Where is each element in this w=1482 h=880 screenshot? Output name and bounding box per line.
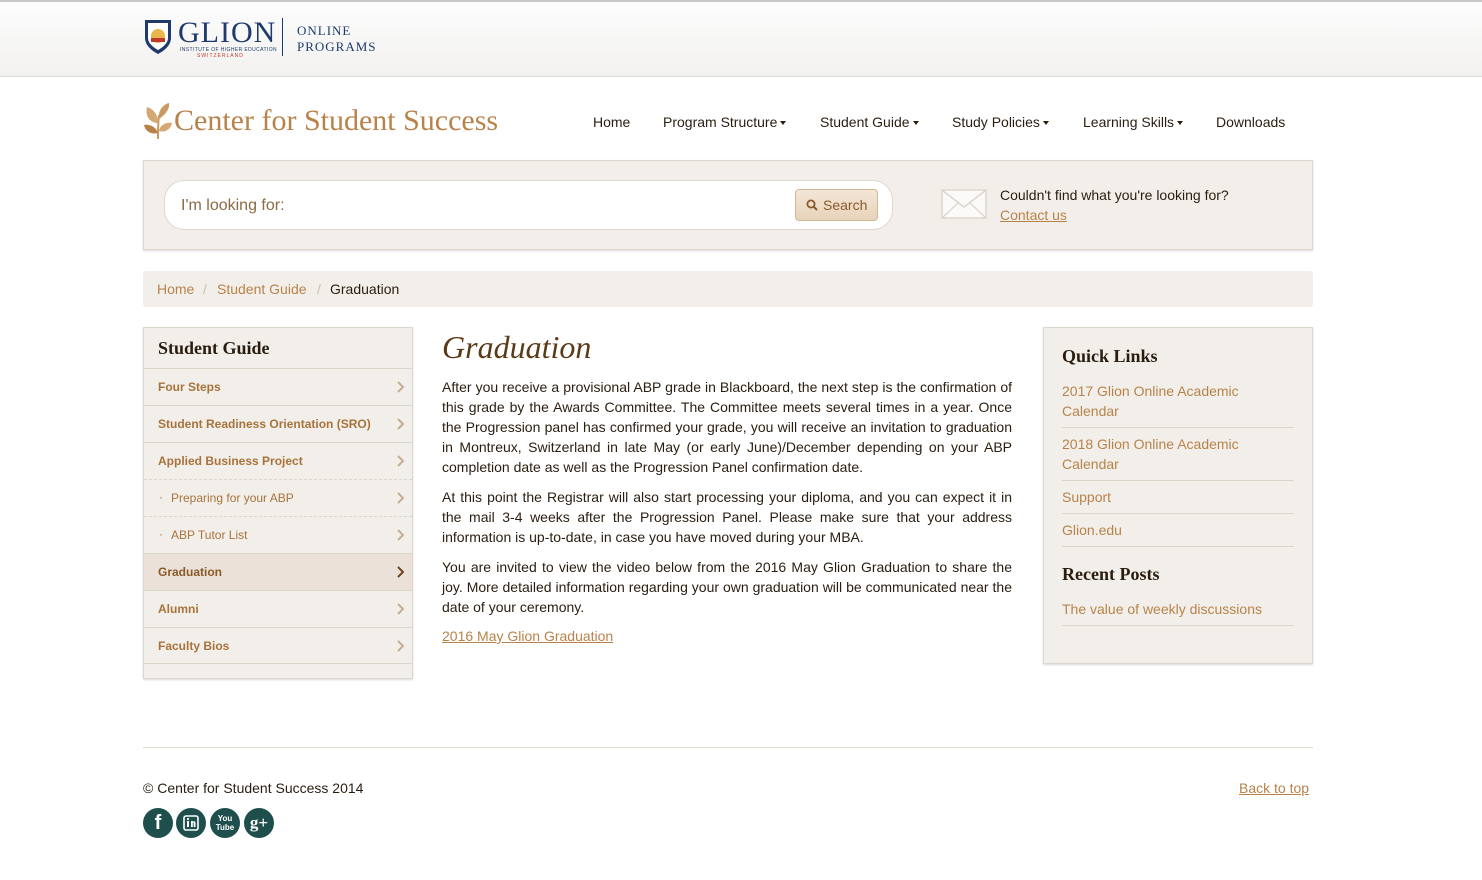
- breadcrumb-home[interactable]: Home: [157, 281, 194, 297]
- nav-home[interactable]: Home: [593, 114, 630, 130]
- paragraph: At this point the Registrar will also st…: [442, 489, 1012, 545]
- linkedin-glyph: [176, 808, 206, 838]
- youtube-icon[interactable]: You Tube: [210, 808, 240, 838]
- sidebar-item-label: Preparing for your ABP: [171, 491, 294, 505]
- linkedin-box-icon: [183, 815, 199, 831]
- breadcrumb: Home / Student Guide / Graduation: [143, 271, 1313, 307]
- glion-wordmark: GLION: [178, 16, 277, 49]
- footer-divider: [143, 747, 1313, 748]
- chevron-right-icon: [397, 603, 404, 615]
- caret-down-icon: [1177, 121, 1184, 126]
- paragraph: After you receive a provisional ABP grad…: [442, 379, 1012, 475]
- nav-study-policies-label: Study Policies: [952, 114, 1040, 130]
- sidebar-item-preparing-abp[interactable]: · Preparing for your ABP: [144, 479, 412, 516]
- chevron-right-icon: [397, 418, 404, 430]
- nav-student-guide-label: Student Guide: [820, 114, 910, 130]
- page-title: Graduation: [442, 329, 592, 365]
- sidebar-item-label: Graduation: [158, 565, 223, 579]
- search-panel: Search Couldn't find what you're looking…: [143, 160, 1313, 250]
- glion-shield-icon: [145, 20, 171, 54]
- nav-program-structure[interactable]: Program Structure: [663, 114, 787, 130]
- chevron-right-icon: [397, 566, 404, 578]
- leaf-icon: [144, 103, 172, 140]
- breadcrumb-separator: /: [317, 281, 321, 297]
- linkedin-icon[interactable]: [176, 808, 206, 838]
- quick-link-glion-edu[interactable]: Glion.edu: [1062, 520, 1294, 547]
- quick-link-2017-calendar[interactable]: 2017 Glion Online Academic Calendar: [1062, 381, 1294, 428]
- chevron-right-icon: [397, 381, 404, 393]
- chevron-right-icon: [397, 529, 404, 541]
- graduation-video-link[interactable]: 2016 May Glion Graduation: [442, 628, 613, 644]
- search-icon: [806, 199, 818, 211]
- paragraph: You are invited to view the video below …: [442, 559, 1012, 615]
- glion-country: SWITZERLAND: [197, 53, 244, 59]
- nav-study-policies[interactable]: Study Policies: [952, 114, 1049, 130]
- bullet-icon: ·: [159, 527, 163, 541]
- sidebar-item-label: Student Readiness Orientation (SRO): [158, 417, 371, 431]
- chevron-right-icon: [397, 492, 404, 504]
- search-button[interactable]: Search: [795, 189, 878, 221]
- chevron-right-icon: [397, 640, 404, 652]
- quick-link-support[interactable]: Support: [1062, 487, 1294, 514]
- nav-downloads[interactable]: Downloads: [1216, 114, 1285, 130]
- online-label: ONLINE: [297, 23, 352, 38]
- nav-learning-skills-label: Learning Skills: [1083, 114, 1175, 130]
- sidebar-item-label: ABP Tutor List: [171, 528, 248, 542]
- breadcrumb-student-guide[interactable]: Student Guide: [217, 281, 307, 297]
- quick-links-title: Quick Links: [1062, 346, 1158, 366]
- recent-posts-title: Recent Posts: [1062, 564, 1160, 584]
- sidebar-item-four-steps[interactable]: Four Steps: [144, 368, 412, 405]
- logo-divider: [282, 18, 283, 56]
- back-to-top-link[interactable]: Back to top: [1239, 780, 1309, 796]
- facebook-glyph: f: [154, 812, 162, 834]
- site-title: Center for Student Success: [174, 104, 499, 137]
- nav-program-structure-label: Program Structure: [663, 114, 778, 130]
- contact-us-link[interactable]: Contact us: [1000, 207, 1067, 223]
- sidebar-item-label: Faculty Bios: [158, 639, 230, 653]
- facebook-icon[interactable]: f: [143, 808, 173, 838]
- breadcrumb-separator: /: [203, 281, 207, 297]
- sidebar-item-abp-tutor-list[interactable]: · ABP Tutor List: [144, 516, 412, 553]
- sidebar-item-label: Four Steps: [158, 380, 221, 394]
- caret-down-icon: [1042, 121, 1049, 126]
- recent-post-link[interactable]: The value of weekly discussions: [1062, 599, 1294, 626]
- breadcrumb-current: Graduation: [330, 281, 400, 297]
- copyright-text: © Center for Student Success 2014: [143, 780, 364, 796]
- top-bar: GLION INSTITUTE OF HIGHER EDUCATION SWIT…: [0, 0, 1482, 77]
- youtube-glyph: You Tube: [215, 814, 235, 832]
- caret-down-icon: [780, 121, 787, 126]
- sidebar-item-label: Applied Business Project: [158, 454, 303, 468]
- student-guide-sidebar: Student Guide Four Steps Student Readine…: [143, 327, 413, 679]
- nav-downloads-label: Downloads: [1216, 114, 1286, 130]
- quick-links-panel: Quick Links 2017 Glion Online Academic C…: [1043, 327, 1313, 664]
- envelope-icon: [941, 189, 987, 219]
- search-button-label: Search: [823, 197, 868, 213]
- quick-link-2018-calendar[interactable]: 2018 Glion Online Academic Calendar: [1062, 434, 1294, 481]
- nav-home-label: Home: [593, 114, 631, 130]
- sidebar-item-alumni[interactable]: Alumni: [144, 590, 412, 627]
- nav-student-guide[interactable]: Student Guide: [820, 114, 919, 130]
- sidebar-item-sro[interactable]: Student Readiness Orientation (SRO): [144, 405, 412, 442]
- sidebar-title: Student Guide: [158, 338, 270, 358]
- google-plus-glyph: g+: [249, 813, 269, 832]
- search-input[interactable]: [179, 193, 783, 219]
- google-plus-icon[interactable]: g+: [244, 808, 274, 838]
- sidebar-item-label: Alumni: [158, 602, 199, 616]
- bullet-icon: ·: [159, 490, 163, 504]
- caret-down-icon: [912, 121, 919, 126]
- online-programs-label: ONLINE PROGRAMS: [297, 23, 377, 55]
- sidebar-item-faculty-bios[interactable]: Faculty Bios: [144, 627, 412, 664]
- glion-logo[interactable]: GLION INSTITUTE OF HIGHER EDUCATION SWIT…: [143, 16, 383, 64]
- sidebar-item-graduation[interactable]: Graduation: [144, 553, 412, 590]
- programs-label: PROGRAMS: [297, 39, 377, 54]
- search-box: Search: [164, 180, 893, 230]
- help-text: Couldn't find what you're looking for?: [1000, 187, 1229, 203]
- chevron-right-icon: [397, 455, 404, 467]
- sidebar-item-applied-business-project[interactable]: Applied Business Project: [144, 442, 412, 479]
- nav-learning-skills[interactable]: Learning Skills: [1083, 114, 1184, 130]
